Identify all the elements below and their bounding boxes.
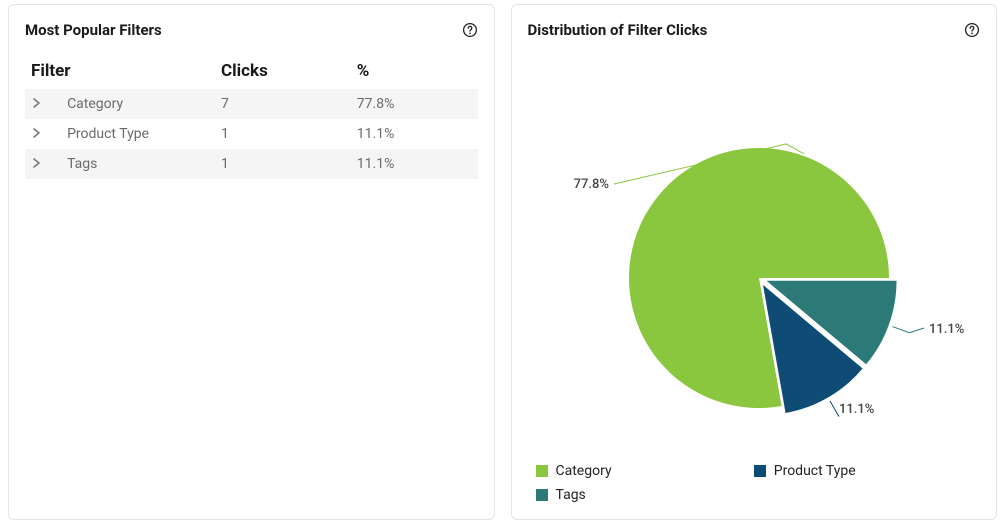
legend-swatch [754,465,766,477]
cell-filter: Category [61,89,215,119]
cell-clicks: 1 [215,119,351,149]
legend-label: Tags [556,487,586,503]
leader-line [892,327,924,333]
col-header-filter[interactable]: Filter [25,57,215,89]
table-row[interactable]: Tags 1 11.1% [25,149,478,179]
card-title: Distribution of Filter Clicks [528,21,708,39]
most-popular-filters-card: Most Popular Filters Filter Clicks % Cat… [8,4,495,520]
table-row[interactable]: Product Type 1 11.1% [25,119,478,149]
chevron-right-icon [33,98,41,108]
card-header: Distribution of Filter Clicks [528,21,981,39]
cell-pct: 11.1% [351,119,478,149]
card-header: Most Popular Filters [25,21,478,39]
expand-toggle[interactable] [25,89,61,119]
expand-toggle[interactable] [25,119,61,149]
legend-item[interactable]: Product Type [754,463,960,479]
pie-wrap: 77.8% 11.1% 11.1% Category Product Type … [528,57,981,503]
cell-clicks: 7 [215,89,351,119]
cell-pct: 11.1% [351,149,478,179]
card-title: Most Popular Filters [25,21,162,39]
legend-label: Product Type [774,463,856,479]
legend-swatch [536,465,548,477]
legend-item[interactable]: Tags [536,487,742,503]
help-icon[interactable] [462,22,478,38]
cell-filter: Product Type [61,119,215,149]
filters-table: Filter Clicks % Category 7 77.8% Product… [25,57,478,179]
pie-legend: Category Product Type Tags [528,459,981,503]
table-row[interactable]: Category 7 77.8% [25,89,478,119]
slice-label-product-type: 11.1% [839,402,874,417]
expand-toggle[interactable] [25,149,61,179]
table-head: Filter Clicks % [25,57,478,89]
table-body: Category 7 77.8% Product Type 1 11.1% Ta… [25,89,478,179]
pie-area: 77.8% 11.1% 11.1% [528,57,981,459]
chevron-right-icon [33,158,41,168]
slice-label-tags: 11.1% [929,322,964,337]
legend-label: Category [556,463,612,479]
pie-chart: 77.8% 11.1% 11.1% [534,88,974,428]
cell-pct: 77.8% [351,89,478,119]
legend-item[interactable]: Category [536,463,742,479]
chevron-right-icon [33,128,41,138]
col-header-clicks[interactable]: Clicks [215,57,351,89]
distribution-pie-card: Distribution of Filter Clicks 77.8% 11.1… [511,4,998,520]
col-header-pct[interactable]: % [351,57,478,89]
legend-swatch [536,489,548,501]
cell-filter: Tags [61,149,215,179]
leader-line [830,401,839,417]
help-icon[interactable] [964,22,980,38]
cell-clicks: 1 [215,149,351,179]
slice-label-category: 77.8% [573,177,608,192]
